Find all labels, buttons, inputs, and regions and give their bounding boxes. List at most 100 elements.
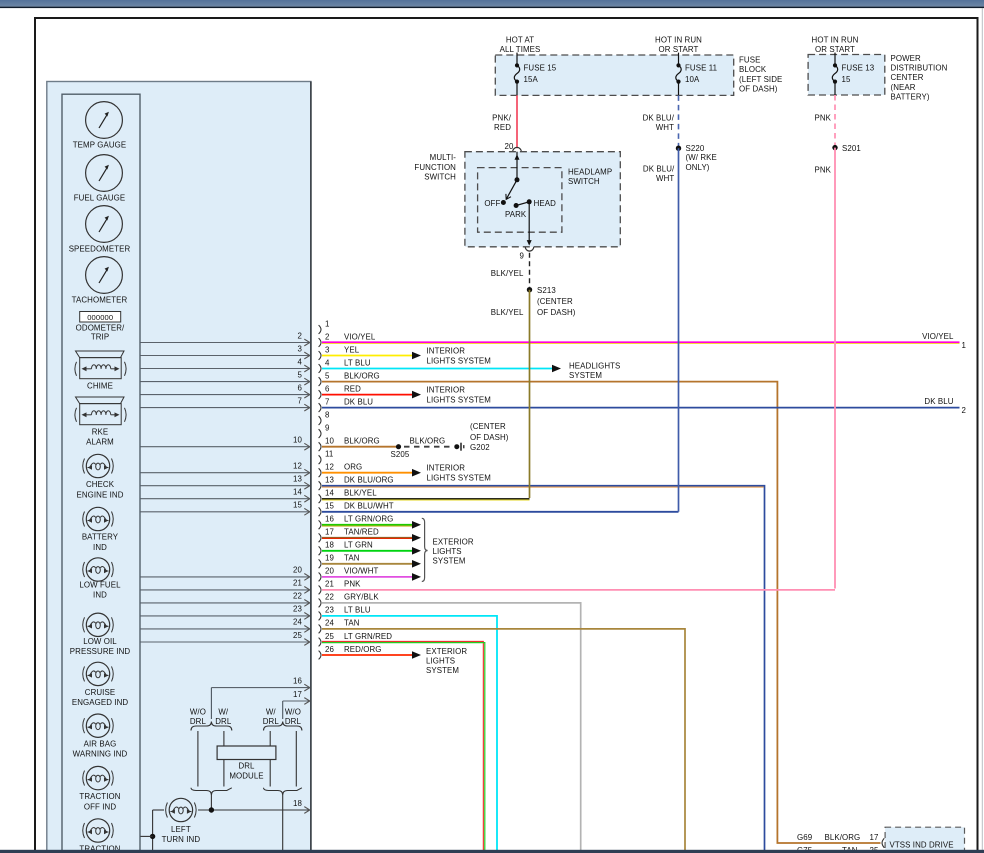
svg-text:CENTER: CENTER xyxy=(891,73,924,82)
svg-text:HOT AT: HOT AT xyxy=(506,35,534,44)
svg-text:VIO/WHT: VIO/WHT xyxy=(344,567,379,576)
svg-text:(CENTER: (CENTER xyxy=(537,297,573,306)
svg-text:19: 19 xyxy=(325,554,334,563)
svg-text:(LEFT SIDE: (LEFT SIDE xyxy=(739,75,782,84)
svg-text:TRACTION: TRACTION xyxy=(79,792,120,801)
svg-text:18: 18 xyxy=(325,541,334,550)
svg-text:25: 25 xyxy=(325,632,334,641)
svg-text:TURN IND: TURN IND xyxy=(162,835,201,844)
svg-text:OF DASH): OF DASH) xyxy=(470,433,509,442)
svg-text:14: 14 xyxy=(293,488,302,497)
svg-text:BLOCK: BLOCK xyxy=(739,65,767,74)
svg-text:DRL: DRL xyxy=(263,717,280,726)
svg-text:BATTERY: BATTERY xyxy=(82,533,119,542)
svg-text:W/O: W/O xyxy=(190,708,206,717)
svg-text:YEL: YEL xyxy=(344,345,360,354)
svg-text:6: 6 xyxy=(325,384,330,393)
svg-text:DK BLU: DK BLU xyxy=(924,397,953,406)
svg-text:ALL TIMES: ALL TIMES xyxy=(500,45,541,54)
svg-text:16: 16 xyxy=(293,676,302,685)
svg-text:(CENTER: (CENTER xyxy=(470,422,506,431)
svg-text:(W/ RKE: (W/ RKE xyxy=(686,153,717,162)
svg-text:TAN/RED: TAN/RED xyxy=(344,528,379,537)
svg-text:PNK/: PNK/ xyxy=(492,114,512,123)
svg-text:5: 5 xyxy=(298,370,303,379)
svg-text:DK BLU/: DK BLU/ xyxy=(643,165,675,174)
svg-text:RED: RED xyxy=(344,384,361,393)
svg-text:PNK: PNK xyxy=(814,166,831,175)
svg-text:G69: G69 xyxy=(797,833,813,842)
svg-text:WHT: WHT xyxy=(656,174,674,183)
svg-text:4: 4 xyxy=(325,358,330,367)
svg-text:20: 20 xyxy=(505,142,514,151)
svg-text:CHECK: CHECK xyxy=(86,480,115,489)
svg-text:15: 15 xyxy=(842,75,851,84)
svg-text:CRUISE: CRUISE xyxy=(85,688,115,697)
svg-text:20: 20 xyxy=(293,566,302,575)
svg-text:ODOMETER/: ODOMETER/ xyxy=(76,324,125,333)
svg-text:10: 10 xyxy=(325,437,334,446)
svg-text:21: 21 xyxy=(293,579,302,588)
svg-text:GRY/BLK: GRY/BLK xyxy=(344,593,379,602)
svg-text:1: 1 xyxy=(962,341,967,350)
svg-text:ORG: ORG xyxy=(344,463,362,472)
svg-text:2: 2 xyxy=(962,406,967,415)
svg-text:BLK/ORG: BLK/ORG xyxy=(344,437,380,446)
svg-text:10A: 10A xyxy=(685,75,700,84)
svg-text:DK BLU: DK BLU xyxy=(344,397,373,406)
svg-text:26: 26 xyxy=(325,645,334,654)
svg-text:BLK/YEL: BLK/YEL xyxy=(491,269,524,278)
svg-text:OF DASH): OF DASH) xyxy=(537,308,576,317)
svg-text:BLK/YEL: BLK/YEL xyxy=(491,308,524,317)
svg-text:MODULE: MODULE xyxy=(229,772,263,781)
svg-text:24: 24 xyxy=(325,619,334,628)
svg-text:S220: S220 xyxy=(686,144,705,153)
svg-text:LIGHTS: LIGHTS xyxy=(426,657,455,666)
svg-text:LT BLU: LT BLU xyxy=(344,358,371,367)
svg-text:OF DASH): OF DASH) xyxy=(739,85,778,94)
svg-text:S213: S213 xyxy=(537,286,556,295)
svg-text:RED/ORG: RED/ORG xyxy=(344,645,382,654)
svg-text:ONLY): ONLY) xyxy=(686,163,710,172)
svg-text:17: 17 xyxy=(293,690,302,699)
svg-text:PRESSURE IND: PRESSURE IND xyxy=(70,647,131,656)
svg-text:VIO/YEL: VIO/YEL xyxy=(344,332,376,341)
svg-text:OFF: OFF xyxy=(484,199,500,208)
svg-text:LIGHTS SYSTEM: LIGHTS SYSTEM xyxy=(427,395,491,404)
svg-text:9: 9 xyxy=(325,423,330,432)
svg-text:FUSE 15: FUSE 15 xyxy=(524,64,557,73)
svg-text:W/: W/ xyxy=(266,708,277,717)
svg-text:FUEL GAUGE: FUEL GAUGE xyxy=(74,194,126,203)
svg-text:S205: S205 xyxy=(391,450,410,459)
svg-text:20: 20 xyxy=(325,567,334,576)
svg-text:15: 15 xyxy=(325,502,334,511)
svg-text:RKE: RKE xyxy=(92,427,109,436)
svg-text:8: 8 xyxy=(325,410,330,419)
svg-text:5: 5 xyxy=(325,371,330,380)
svg-text:13: 13 xyxy=(293,475,302,484)
svg-text:TEMP GAUGE: TEMP GAUGE xyxy=(73,141,126,150)
svg-text:3: 3 xyxy=(325,345,330,354)
svg-text:DK BLU/: DK BLU/ xyxy=(643,114,675,123)
svg-text:BATTERY): BATTERY) xyxy=(891,92,930,101)
svg-text:WHT: WHT xyxy=(656,123,674,132)
svg-text:17: 17 xyxy=(325,528,334,537)
svg-text:13: 13 xyxy=(325,476,334,485)
svg-text:LT GRN/RED: LT GRN/RED xyxy=(344,632,392,641)
svg-text:G202: G202 xyxy=(470,443,490,452)
svg-text:1: 1 xyxy=(325,319,330,328)
svg-text:TAN: TAN xyxy=(344,619,360,628)
svg-text:12: 12 xyxy=(325,463,334,472)
svg-text:ALARM: ALARM xyxy=(86,438,114,447)
svg-text:BLK/ORG: BLK/ORG xyxy=(825,833,861,842)
svg-text:LT GRN/ORG: LT GRN/ORG xyxy=(344,515,393,524)
svg-text:DK BLU/WHT: DK BLU/WHT xyxy=(344,502,394,511)
svg-text:CHIME: CHIME xyxy=(87,382,113,391)
svg-text:INTERIOR: INTERIOR xyxy=(427,464,466,473)
svg-text:W/O: W/O xyxy=(285,708,301,717)
svg-text:DISTRIBUTION: DISTRIBUTION xyxy=(891,64,948,73)
svg-text:FUNCTION: FUNCTION xyxy=(414,163,456,172)
svg-text:4: 4 xyxy=(298,357,303,366)
svg-text:3: 3 xyxy=(298,344,303,353)
svg-text:SPEEDOMETER: SPEEDOMETER xyxy=(69,245,131,254)
